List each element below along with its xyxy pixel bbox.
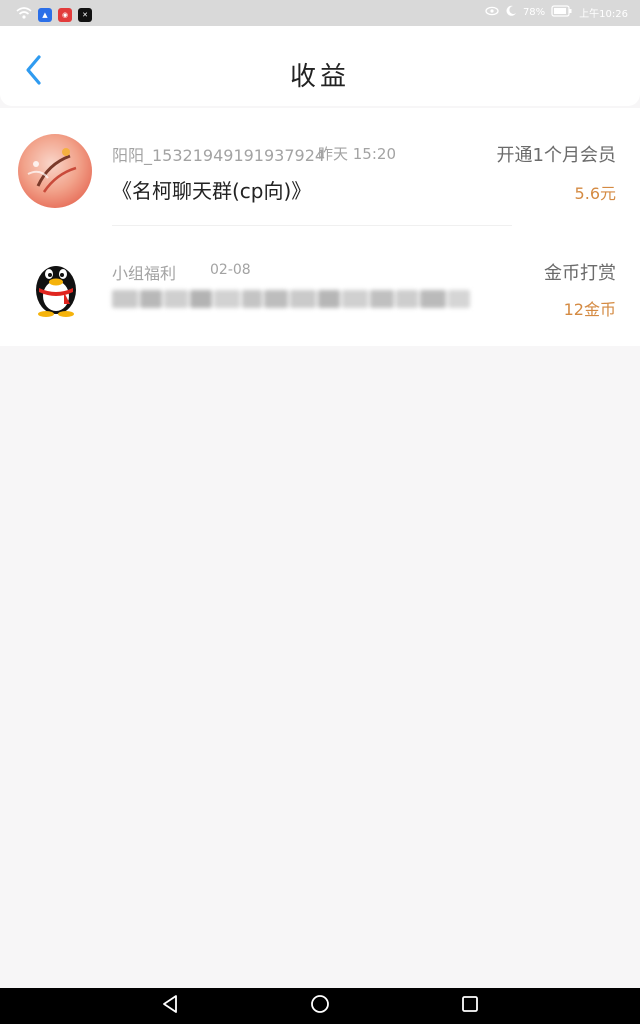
list-item[interactable]: 阳阳_15321949191937924 昨天 15:20 《名柯聊天群(cp向… — [0, 108, 640, 226]
app-header: 收益 — [0, 26, 640, 106]
home-circle-icon — [310, 994, 330, 1018]
status-time: 上午10:26 — [579, 9, 628, 20]
item-time: 昨天 15:20 — [318, 145, 396, 163]
recents-square-icon — [461, 995, 479, 1017]
app-icon: ✕ — [78, 7, 92, 22]
earning-amount: 5.6元 — [574, 184, 616, 203]
status-left: ▲ ◉ ✕ — [16, 5, 92, 24]
avatar[interactable] — [18, 134, 92, 208]
status-right: 78% 上午10:26 — [485, 5, 628, 20]
app-icon: ▲ — [38, 7, 52, 22]
sender-name: 阳阳_15321949191937924 — [112, 146, 326, 165]
redacted-message — [112, 286, 492, 312]
nav-back-button[interactable] — [158, 994, 182, 1018]
earning-type: 开通1个月会员 — [496, 145, 616, 166]
moon-icon — [505, 5, 517, 20]
page-title: 收益 — [289, 62, 350, 92]
penguin-avatar-icon[interactable] — [24, 254, 88, 318]
list-item[interactable]: 小组福利 02-08 金币打赏 12金币 — [0, 226, 640, 344]
nav-home-button[interactable] — [308, 994, 332, 1018]
nav-recents-button[interactable] — [458, 994, 482, 1018]
earning-type: 金币打赏 — [544, 263, 616, 284]
battery-level: 78% — [522, 7, 546, 18]
back-triangle-icon — [161, 994, 179, 1018]
status-bar: ▲ ◉ ✕ 78% 上午10:26 — [0, 0, 640, 26]
eye-icon — [485, 6, 499, 19]
earning-amount: 12金币 — [563, 300, 616, 319]
app-icon: ◉ — [58, 7, 72, 22]
battery-icon — [551, 5, 573, 20]
sender-name: 小组福利 — [112, 264, 177, 283]
item-message: 《名柯聊天群(cp向)》 — [112, 179, 312, 203]
wifi-icon — [16, 5, 32, 24]
item-time: 02-08 — [210, 262, 251, 278]
system-nav-bar — [0, 988, 640, 1024]
